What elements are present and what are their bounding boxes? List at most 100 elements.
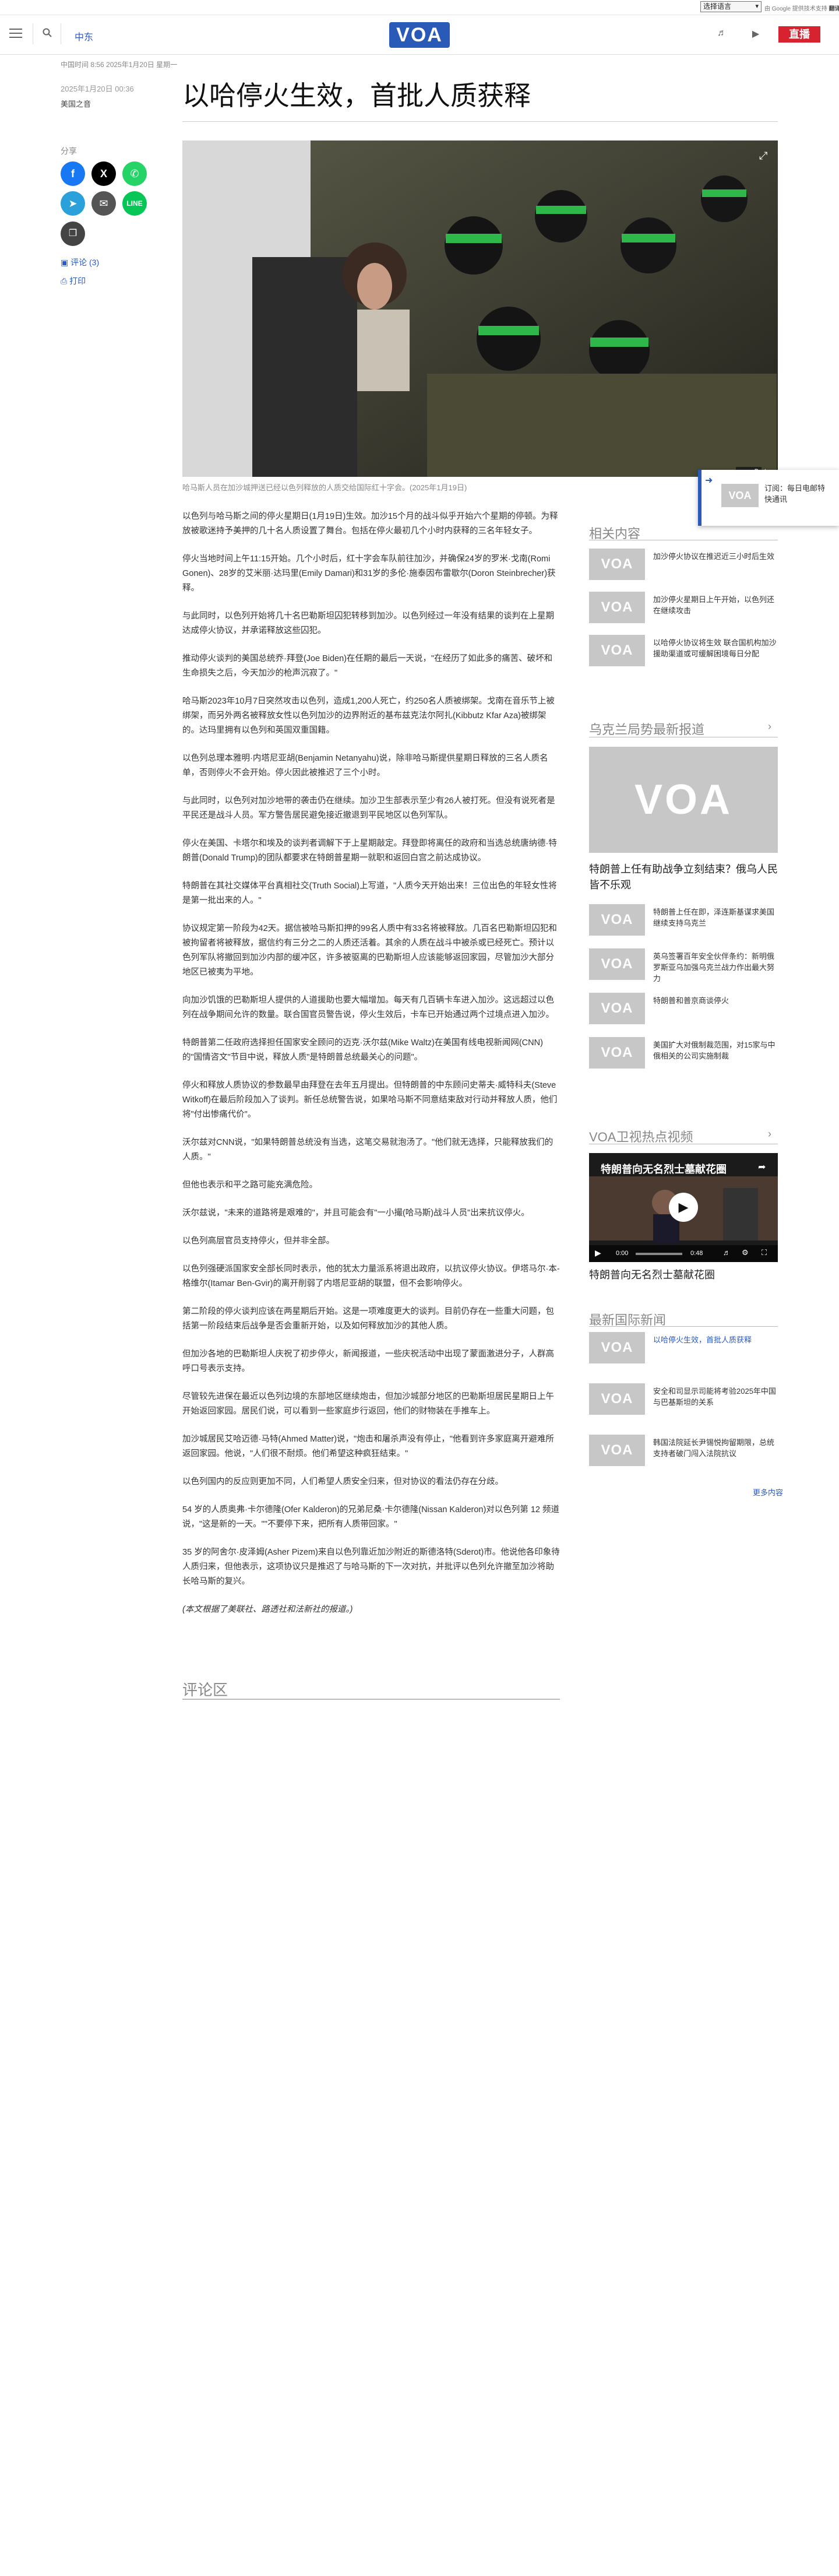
voa-placeholder: VOA [601,1442,633,1458]
related-item-title[interactable]: 以哈停火协议将生效 联合国机构加沙援助渠道或可缓解困境每日分配 [653,637,778,659]
voa-placeholder: VOA [601,956,633,972]
telegram-share-icon[interactable]: ➤ [61,191,85,216]
article-paragraph: 35 岁的阿舍尔·皮泽姆(Asher Pizem)来自以色列靠近加沙附近的斯德洛… [182,1548,560,1586]
article-paragraph: 与此同时，以色列对加沙地带的袭击仍在继续。加沙卫生部表示至少有26人被打死。但没… [182,796,555,820]
voa-logo[interactable]: VOA [389,22,450,48]
voa-placeholder: VOA [601,556,633,572]
article-paragraph: 以色列总理本雅明·内塔尼亚胡(Benjamin Netanyahu)说，除非哈马… [182,754,548,778]
article-paragraph: 但加沙各地的巴勒斯坦人庆祝了初步停火，新闻报道，一些庆祝活动中出现了蒙面激进分子… [182,1349,554,1373]
article-paragraph: 向加沙饥饿的巴勒斯坦人提供的人道援助也要大幅增加。每天有几百辆卡车进入加沙。这远… [182,996,554,1020]
article-paragraph: 停火当地时间上午11:15开始。几个小时后，红十字会车队前往加沙，并确保24岁的… [182,554,556,593]
video-heading[interactable]: VOA卫视热点视频 [589,1127,693,1145]
chevron-right-icon[interactable]: › [768,721,771,733]
timestamp-line: 中国时间 8:56 2025年1月20日 星期一 [61,61,178,69]
article-paragraph: 哈马斯2023年10月7日突然攻击以色列，造成1,200人死亡，约250名人质被… [182,697,555,735]
video-player[interactable]: 特朗普向无名烈士墓献花圈 ➦ ▶ ▶ 0:00 0:48 ♬ ⚙ ⛶ [589,1153,778,1262]
ukraine-heading[interactable]: 乌克兰局势最新报道 [589,719,704,738]
article-paragraph: 但他也表示和平之路可能充满危险。 [182,1180,318,1190]
article-paragraph: 协议规定第一阶段为42天。据信被哈马斯扣押的99名人质中有33名将被释放。几百名… [182,924,557,977]
video-icon[interactable]: ▶ [749,28,762,40]
intl-thumb[interactable]: VOA [589,1435,645,1466]
more-link[interactable]: 更多内容 [753,1486,783,1498]
subscribe-popup[interactable]: ➜ VOA 订阅：每日电邮特快通讯 [698,470,839,526]
language-select[interactable]: 选择语言 [700,1,762,12]
search-icon[interactable] [42,27,52,38]
intl-item-title[interactable]: 以哈停火生效，首批人质获释 [653,1334,778,1345]
article-paragraph: 第二阶段的停火谈判应该在两星期后开始。这是一项难度更大的谈判。目前仍存在一些重大… [182,1307,554,1331]
related-thumb[interactable]: VOA [589,549,645,580]
voa-placeholder: VOA [634,776,733,823]
video-caption[interactable]: 特朗普向无名烈士墓献花圈 [589,1267,715,1282]
email-share-icon[interactable]: ✉ [91,191,116,216]
menu-icon[interactable] [9,29,22,38]
article-paragraph: 54 岁的人质奥弗·卡尔德隆(Ofer Kalderon)的兄弟尼桑·卡尔德隆(… [182,1505,559,1529]
chevron-right-icon[interactable]: › [768,1128,771,1140]
ukraine-item-title[interactable]: 英乌签署百年安全伙伴条约：新明俄罗斯亚乌加强乌克兰战力作出最大努力 [653,951,778,984]
article-paragraph: 以色列强硬派国家安全部长同时表示，他的犹太力量派系将退出政府，以抗议停火协议。伊… [182,1264,560,1288]
voa-placeholder: VOA [601,599,633,615]
voa-placeholder: VOA [601,1045,633,1060]
popup-text[interactable]: 订阅：每日电邮特快通讯 [764,483,832,505]
copy-link-icon[interactable]: ❐ [61,222,85,246]
article-paragraph: 停火和释放人质协议的参数最早由拜登在去年五月提出。但特朗普的中东顾问史蒂夫·威特… [182,1081,558,1119]
intl-item-title[interactable]: 安全和司显示司能将考验2025年中国与巴基斯坦的关系 [653,1386,778,1408]
arrow-right-icon[interactable]: ➜ [705,475,713,486]
comments-heading: 评论区 [182,1681,228,1699]
print-link[interactable]: ⎙ 打印 [61,275,86,287]
ukraine-thumb[interactable]: VOA [589,1037,645,1069]
article-paragraph: 以色列国内的反应则更加不同，人们希望人质安全归来，但对协议的看法仍存在分歧。 [182,1477,503,1486]
comment-icon: ▣ [61,258,69,267]
ukraine-item-title[interactable]: 美国扩大对俄制裁范围，对15家与中俄相关的公司实施制裁 [653,1039,778,1062]
ukraine-thumb[interactable]: VOA [589,948,645,980]
fullscreen-icon[interactable]: ⤢ [759,150,767,162]
ukraine-thumb[interactable]: VOA [589,993,645,1024]
fullscreen-icon[interactable]: ⛶ [762,1248,767,1257]
audio-icon[interactable]: ♬ [715,28,728,40]
play-small-icon[interactable]: ▶ [595,1248,601,1258]
settings-icon[interactable]: ⚙ [742,1248,749,1257]
article-paragraph: 以色列高层官员支持停火，但并非全部。 [182,1236,334,1246]
related-thumb[interactable]: VOA [589,635,645,666]
live-button[interactable]: 直播 [778,26,820,43]
ukraine-item-title[interactable]: 特朗普和普京商谈停火 [653,995,778,1006]
related-thumb[interactable]: VOA [589,592,645,623]
comments-divider [182,1699,560,1700]
intl-thumb[interactable]: VOA [589,1383,645,1415]
region-label[interactable]: 中东 [75,29,93,43]
line-share-icon[interactable]: LINE [122,191,147,216]
play-icon[interactable]: ▶ [669,1193,698,1222]
intl-thumb[interactable]: VOA [589,1332,645,1363]
article-paragraph: 与此同时，以色列开始将几十名巴勒斯坦囚犯转移到加沙。以色列经过一年没有结果的谈判… [182,612,554,635]
powered-text: 由 Google 提供技术支持 [764,6,827,12]
article-paragraph: 停火在美国、卡塔尔和埃及的谈判者调解下于上星期敲定。拜登即将离任的政府和当选总统… [182,839,557,863]
comments-link[interactable]: ▣ 评论 (3) [61,256,99,268]
related-item-title[interactable]: 加沙停火协议在推迟近三小时后生效 [653,551,778,562]
logo-text: VOA [396,24,443,46]
related-item-title[interactable]: 加沙停火星期日上午开始，以色列还在继续攻击 [653,594,778,616]
ukraine-thumb[interactable]: VOA [589,904,645,936]
volume-icon[interactable]: ♬ [723,1248,731,1257]
intl-item-title[interactable]: 韩国法院延长尹锡悦拘留期限，总统支持者破门闯入法院抗议 [653,1437,778,1459]
article-date: 2025年1月20日 00:36 [61,85,134,93]
ukraine-lead-title[interactable]: 特朗普上任有助战争立刻结束？俄乌人民皆不乐观 [589,862,778,893]
facebook-share-icon[interactable]: f [61,161,85,186]
article-paragraph: 特朗普在其社交媒体平台真相社交(Truth Social)上写道，"人质今天开始… [182,881,557,905]
share-icon[interactable]: ➦ [758,1161,766,1173]
time-current: 0:00 [616,1250,629,1257]
share-label: 分享 [61,146,77,156]
article-paragraph: 尽管较先进保在最近以色列边境的东部地区继续炮击，但加沙城部分地区的巴勒斯坦居民星… [182,1392,554,1416]
ukraine-lead-image[interactable]: VOA [589,747,778,853]
popup-thumb: VOA [721,484,759,507]
page-title: 以哈停火生效，首批人质获释 [182,80,531,111]
article-paragraph: 推动停火谈判的美国总统乔·拜登(Joe Biden)在任期的最后一天说，"在经历… [182,654,553,678]
powered-brand[interactable]: 翻译 [829,6,839,12]
ukraine-item-title[interactable]: 特朗普上任在即，泽连斯基谋求美国继续支持乌克兰 [653,906,778,929]
voa-placeholder: VOA [601,1391,633,1407]
print-link-label: 打印 [69,276,86,286]
whatsapp-share-icon[interactable]: ✆ [122,161,147,186]
x-share-icon[interactable]: X [91,161,116,186]
voa-placeholder: VOA [601,912,633,927]
progress-bar[interactable] [636,1253,682,1255]
hero-photo [182,140,778,477]
article-author[interactable]: 美国之音 [61,98,91,109]
